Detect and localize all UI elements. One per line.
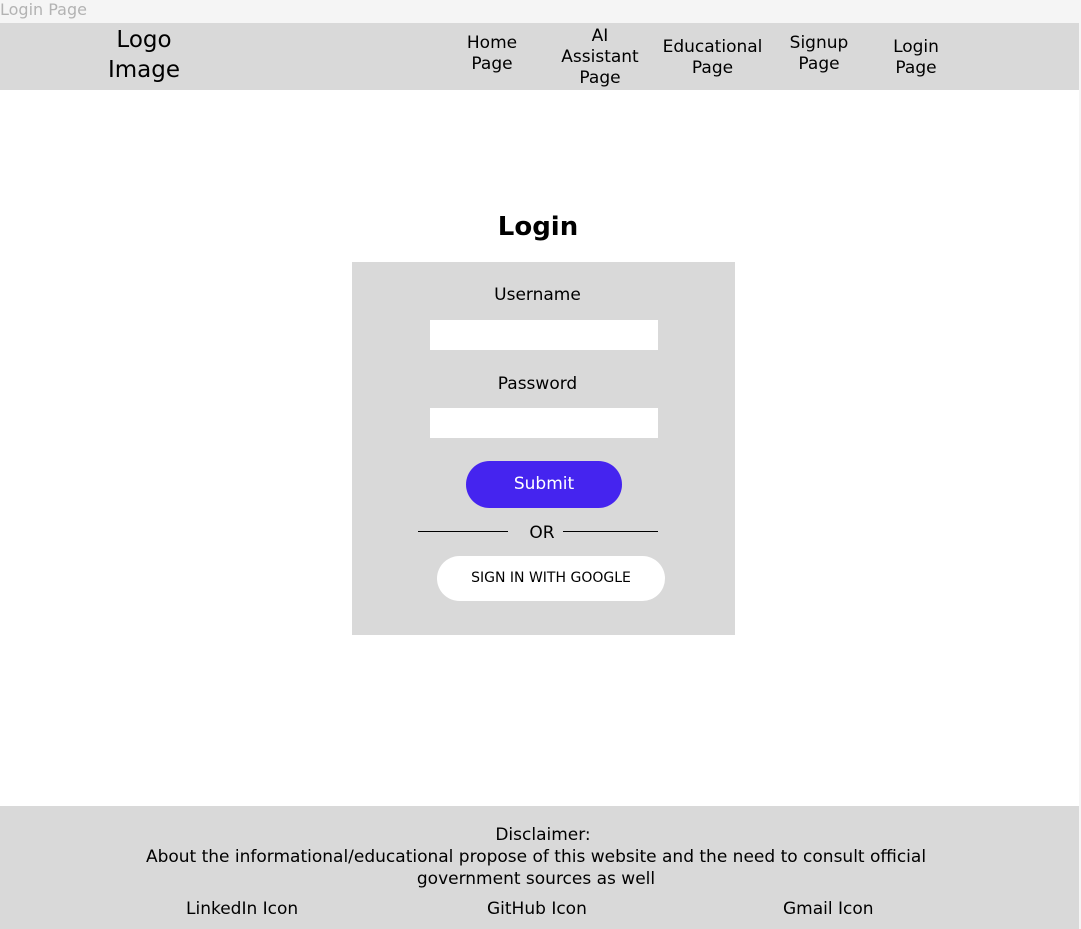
nav-educational-page[interactable]: Educational Page — [660, 37, 765, 79]
logo-placeholder[interactable]: Logo Image — [104, 25, 184, 85]
frame-label: Login Page — [0, 0, 87, 19]
username-input[interactable] — [430, 320, 658, 350]
disclaimer-text: About the informational/educational prop… — [145, 847, 927, 889]
password-input[interactable] — [430, 408, 658, 438]
gmail-icon[interactable]: Gmail Icon — [783, 898, 874, 920]
or-label: OR — [529, 523, 555, 543]
or-divider-left — [418, 531, 508, 532]
linkedin-icon[interactable]: LinkedIn Icon — [186, 898, 298, 920]
nav-ai-assistant-page[interactable]: AI Assistant Page — [552, 26, 648, 89]
disclaimer-title: Disclaimer: — [495, 825, 591, 845]
password-label: Password — [497, 374, 578, 394]
nav-signup-page[interactable]: Signup Page — [783, 33, 855, 75]
username-label: Username — [494, 285, 581, 305]
submit-button[interactable]: Submit — [466, 461, 622, 508]
github-icon[interactable]: GitHub Icon — [487, 898, 587, 920]
nav-login-page[interactable]: Login Page — [886, 37, 946, 79]
header-bar: Logo Image Home Page AI Assistant Page E… — [0, 23, 1079, 90]
nav-home-page[interactable]: Home Page — [456, 33, 528, 75]
login-form: Username Password Submit OR SIGN IN WITH… — [352, 262, 735, 635]
google-signin-button[interactable]: SIGN IN WITH GOOGLE — [437, 556, 665, 601]
page-canvas: Logo Image Home Page AI Assistant Page E… — [0, 23, 1079, 929]
footer: Disclaimer: About the informational/educ… — [0, 806, 1079, 929]
or-divider-right — [563, 531, 658, 532]
page-title: Login — [497, 212, 579, 242]
